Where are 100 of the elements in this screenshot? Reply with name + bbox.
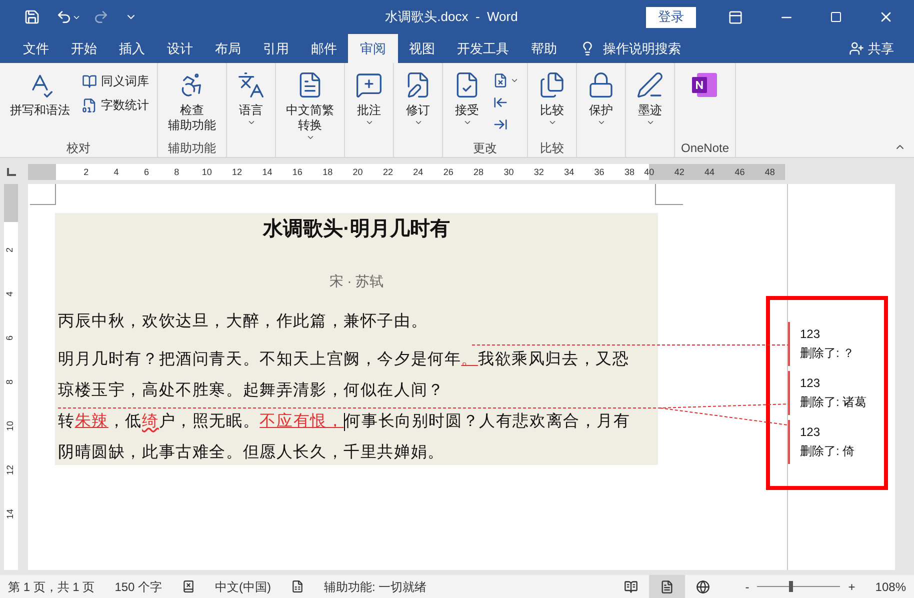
person-plus-icon [849, 41, 864, 56]
ribbon-button[interactable]: 批注 [349, 67, 389, 127]
ribbon-tab[interactable]: 开发工具 [446, 34, 520, 63]
ruler-number: 26 [442, 166, 454, 179]
zoom-out-button[interactable]: - [741, 578, 754, 596]
revision-balloon[interactable]: 123 删除了: 倚 [788, 420, 878, 464]
ribbon-button[interactable]: 中文简繁 转换 [280, 67, 340, 142]
caret-icon [596, 118, 606, 127]
ribbon-button[interactable]: 同义词库 [78, 69, 153, 93]
comment-text: 删除了: ？ [800, 345, 856, 362]
text-line: 阴晴圆缺，此事古难全。但愿人长久，千里共婵娟。 [57, 442, 444, 463]
proofing-icon[interactable] [182, 580, 196, 593]
ribbon-button[interactable]: 检查 辅助功能 [162, 67, 222, 133]
macro-icon[interactable] [291, 580, 304, 593]
accessibility-status[interactable]: 辅助功能: 一切就绪 [324, 578, 427, 596]
ruler-number: 14 [261, 166, 274, 179]
maximize-icon[interactable] [830, 11, 842, 23]
ruler-number: 12 [4, 465, 16, 475]
ribbon-tab[interactable]: 邮件 [300, 34, 348, 63]
undo-icon[interactable] [56, 9, 81, 25]
ribbon-button[interactable]: 墨迹 [630, 67, 670, 127]
margin-corner-mark [655, 184, 683, 205]
ruler-number: 2 [82, 166, 90, 179]
signin-button[interactable]: 登录 [646, 6, 696, 28]
ribbon-button[interactable]: 接受 [447, 67, 487, 127]
caret-icon [306, 133, 314, 142]
ruler-number: 46 [734, 166, 746, 179]
ribbon-button[interactable]: 拼写和语法 [4, 67, 76, 118]
tab-selector-icon[interactable] [6, 168, 16, 176]
ruler-number: 32 [532, 166, 545, 179]
number-icon [82, 98, 97, 112]
poem-title: 水调歌头·明月几时有 [262, 217, 451, 242]
ribbon-tab[interactable]: 插入 [108, 34, 156, 63]
zoom-slider[interactable] [757, 581, 840, 592]
ribbon-button[interactable]: 语言 [231, 67, 271, 127]
page-count[interactable]: 第 1 页，共 1 页 [8, 578, 95, 596]
ruler-number: 44 [704, 166, 716, 179]
zoom-in-button[interactable]: + [844, 578, 860, 596]
revision-balloon[interactable]: 123 删除了: 诸葛 [788, 371, 878, 415]
zoom-percent[interactable]: 108% [875, 578, 906, 596]
ruler-number: 6 [142, 166, 150, 179]
word-count[interactable]: 150 个字 [114, 578, 162, 596]
ruler-number: 14 [4, 509, 16, 519]
caret-icon [462, 118, 472, 127]
comment-text: 删除了: 诸葛 [800, 394, 868, 411]
comment-author: 123 [800, 375, 822, 392]
zoom-thumb[interactable] [789, 581, 794, 592]
ribbon-tab[interactable]: 设计 [156, 34, 204, 63]
ribbon-tab[interactable]: 布局 [204, 34, 252, 63]
ruler-number: 10 [200, 166, 213, 179]
ruler-number: 4 [4, 292, 16, 296]
language-icon [237, 71, 265, 99]
revision-balloon[interactable]: 123 删除了: ？ [788, 322, 878, 366]
ruler-number: 20 [352, 166, 364, 179]
ruler-number: 30 [502, 166, 515, 179]
ribbon-button[interactable]: 修订 [398, 67, 438, 127]
document-x-icon [493, 72, 508, 88]
text-line: 丙辰中秋，欢饮达旦，大醉，作此篇，兼怀子由。 [57, 312, 428, 332]
group-label: 比较 [540, 140, 564, 157]
book-icon [82, 74, 97, 88]
onenote-icon [691, 71, 719, 99]
ruler-number: 18 [322, 166, 334, 179]
poem-author: 宋 · 苏轼 [328, 272, 385, 291]
save-icon[interactable] [24, 9, 40, 25]
ribbon-tab[interactable]: 视图 [398, 34, 446, 63]
ribbon-tab[interactable]: 帮助 [520, 34, 568, 63]
ribbon-button[interactable]: 比较 [532, 67, 572, 127]
comment-author: 123 [800, 326, 822, 343]
ruler-number: 2 [4, 248, 16, 252]
language-status[interactable]: 中文(中国) [215, 578, 272, 596]
arrow-right-icon [493, 116, 508, 132]
group-label: 校对 [66, 140, 90, 157]
ruler-number: 28 [472, 166, 485, 179]
ruler-number: 4 [112, 166, 120, 179]
ribbon-tab[interactable]: 文件 [12, 34, 60, 63]
ribbon-tab[interactable]: 审阅 [348, 34, 398, 63]
ribbon-button[interactable]: 保护 [581, 67, 621, 127]
page-icon[interactable] [649, 575, 686, 598]
ruler-number: 40 [643, 166, 656, 179]
ruler-number: 38 [623, 166, 636, 179]
text-line: 琼楼玉宇，高处不胜寒。起舞弄清影，何似在人间？ [57, 380, 444, 401]
ribbon-tab[interactable]: 开始 [60, 34, 108, 63]
group-label: OneNote [680, 140, 730, 157]
caret-icon [548, 118, 556, 127]
documents-icon [538, 71, 566, 99]
caret-icon [646, 118, 654, 127]
ruler-number: 16 [291, 166, 304, 179]
group-label: 更改 [473, 140, 497, 157]
caret-icon [364, 118, 374, 127]
ribbon-tab[interactable]: 引用 [252, 34, 300, 63]
ruler-number: 12 [231, 166, 244, 179]
arrow-left-icon [493, 94, 508, 110]
share-button[interactable]: 共享 [849, 34, 894, 63]
comment-author: 123 [800, 424, 822, 441]
ruler-number: 6 [4, 336, 16, 340]
lightbulb-icon [580, 41, 595, 56]
window-title: 水调歌头.docx - Word [385, 8, 518, 26]
ribbon-display-icon[interactable] [728, 10, 743, 24]
ribbon-button[interactable]: 字数统计 [78, 93, 153, 117]
tell-me-search[interactable]: 操作说明搜索 [603, 38, 681, 58]
